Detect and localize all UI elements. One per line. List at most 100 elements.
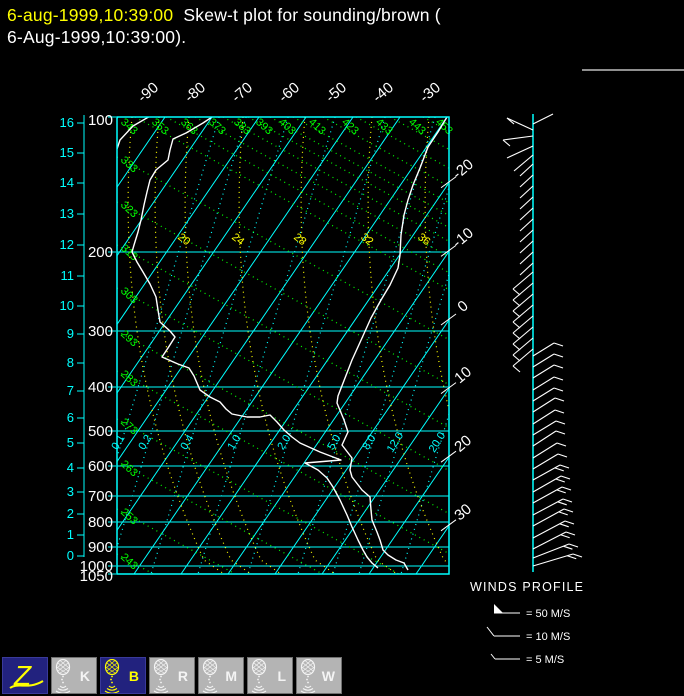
height-label: 0 — [67, 548, 74, 563]
toolbar-button-k[interactable]: K — [51, 657, 97, 694]
isotherm-line — [274, 319, 449, 574]
app-window: 6-aug-1999,10:39:00 Skew-t plot for soun… — [0, 0, 684, 696]
pressure-label: 300 — [88, 323, 113, 340]
wind-barb — [519, 251, 534, 265]
wind-barb — [506, 117, 534, 131]
wind-barb — [532, 376, 564, 391]
dry-adiabat-top-label: 423 — [339, 116, 361, 137]
legend-half-barb-symbol — [490, 653, 520, 660]
legend-full-barb-symbol — [486, 626, 520, 637]
pressure-label: 800 — [88, 514, 113, 531]
wind-barb — [519, 218, 534, 232]
mixing-ratio-line — [197, 117, 336, 574]
wind-barb — [532, 442, 567, 459]
winds-legend: = 50 M/S = 10 M/S = 5 M/S — [486, 604, 570, 666]
balloon-sounding-icon — [251, 658, 275, 696]
winds-profile-panel — [502, 113, 583, 572]
legend-10ms-label: = 10 M/S — [526, 631, 570, 643]
toolbar-button-label: L — [277, 668, 286, 684]
wind-barb — [519, 229, 534, 243]
toolbar-button-b[interactable]: B — [100, 657, 146, 694]
wind-barb — [519, 207, 534, 221]
plot-border — [116, 116, 450, 575]
wind-barb — [532, 113, 554, 125]
moist-adiabat-line — [300, 117, 398, 574]
dry-adiabat-line — [165, 117, 449, 274]
wind-barb — [532, 453, 568, 470]
height-label: 16 — [60, 115, 74, 130]
height-label: 13 — [60, 206, 74, 221]
height-label: 2 — [67, 506, 74, 521]
moist-adiabat-label: 24 — [229, 231, 246, 248]
isotherm-line — [133, 117, 448, 574]
zeb-logo-icon: Z — [6, 659, 46, 696]
mixing-ratio-line — [150, 117, 289, 574]
icon-toolbar: Z K B R M L W — [2, 657, 342, 694]
height-label: 6 — [67, 410, 74, 425]
dry-adiabat-top-label: 343 — [118, 116, 140, 137]
mixing-ratio-line — [117, 117, 220, 460]
dry-adiabat-line — [355, 117, 449, 169]
pressure-label: 600 — [88, 458, 113, 475]
winds-profile-title: WINDS PROFILE — [470, 580, 584, 594]
isotherm-line — [180, 181, 449, 574]
toolbar-button-label: B — [128, 668, 139, 684]
dry-adiabat-left-label: 273 — [118, 416, 140, 437]
height-label: 9 — [67, 326, 74, 341]
height-label: 11 — [61, 268, 75, 283]
toolbar-button-l[interactable]: L — [247, 657, 293, 694]
wind-barb — [532, 353, 564, 368]
wind-barb — [532, 397, 565, 413]
isotherm-top-label: -60 — [275, 79, 303, 106]
wind-barb — [519, 174, 534, 188]
pressure-label: 200 — [88, 244, 113, 261]
isotherm-line — [368, 456, 449, 574]
wind-barb — [532, 520, 575, 539]
mixing-ratio-line — [297, 117, 436, 574]
moist-adiabat-line — [184, 117, 282, 574]
toolbar-button-label: K — [79, 668, 90, 684]
isotherm-top-label: -70 — [228, 79, 256, 106]
balloon-sounding-icon — [104, 658, 128, 696]
dry-adiabat-left-label: 303 — [118, 285, 140, 306]
isotherm-line — [321, 387, 449, 574]
wind-barb — [519, 240, 534, 254]
dry-adiabat-line — [117, 330, 449, 515]
wind-barb — [532, 342, 564, 357]
toolbar-button-w[interactable]: W — [296, 657, 342, 694]
height-label: 15 — [60, 145, 74, 160]
dry-adiabat-top-label: 393 — [253, 116, 275, 137]
toolbar-button-label: M — [225, 668, 237, 684]
mixing-ratio-label: 8.0 — [360, 433, 378, 452]
dry-adiabat-left-label: 333 — [118, 154, 140, 175]
pressure-label: 500 — [88, 423, 113, 440]
height-label: 1 — [67, 527, 74, 542]
height-label: 4 — [67, 460, 74, 475]
mixing-ratio-line — [358, 271, 449, 574]
legend-flag-symbol — [494, 604, 520, 614]
dry-adiabat-top-label: 383 — [231, 116, 253, 137]
toolbar-button-m[interactable]: M — [198, 657, 244, 694]
dewpoint-trace — [131, 117, 379, 569]
toolbar-button-r[interactable]: R — [149, 657, 195, 694]
toolbar-button-z[interactable]: Z — [2, 657, 48, 694]
balloon-sounding-icon — [55, 658, 79, 696]
pressure-label: 900 — [88, 539, 113, 556]
wind-barb — [532, 475, 571, 493]
wind-barb — [532, 498, 573, 516]
balloon-sounding-icon — [153, 658, 177, 696]
wind-barb — [532, 553, 583, 567]
mixing-ratio-label: 12.0 — [385, 430, 407, 455]
isotherm-top-label: -80 — [181, 79, 209, 106]
isotherm-line — [117, 117, 307, 394]
dry-adiabat-left-label: 263 — [118, 458, 140, 479]
height-label: 8 — [67, 355, 74, 370]
moist-adiabat-label: 20 — [175, 231, 192, 248]
mixing-ratio-group — [117, 117, 449, 574]
height-label: 3 — [67, 484, 74, 499]
dry-adiabat-top-label: 433 — [373, 116, 395, 137]
pressure-label: 100 — [88, 112, 113, 129]
isotherm-top-label: -90 — [134, 79, 162, 106]
mixing-ratio-label: 0.4 — [178, 433, 196, 452]
skewt-chart: 0.1 0.2 0.4 1.0 2.0 5.0 8.0 12.0 20.0343 353 363 37… — [60, 79, 584, 666]
